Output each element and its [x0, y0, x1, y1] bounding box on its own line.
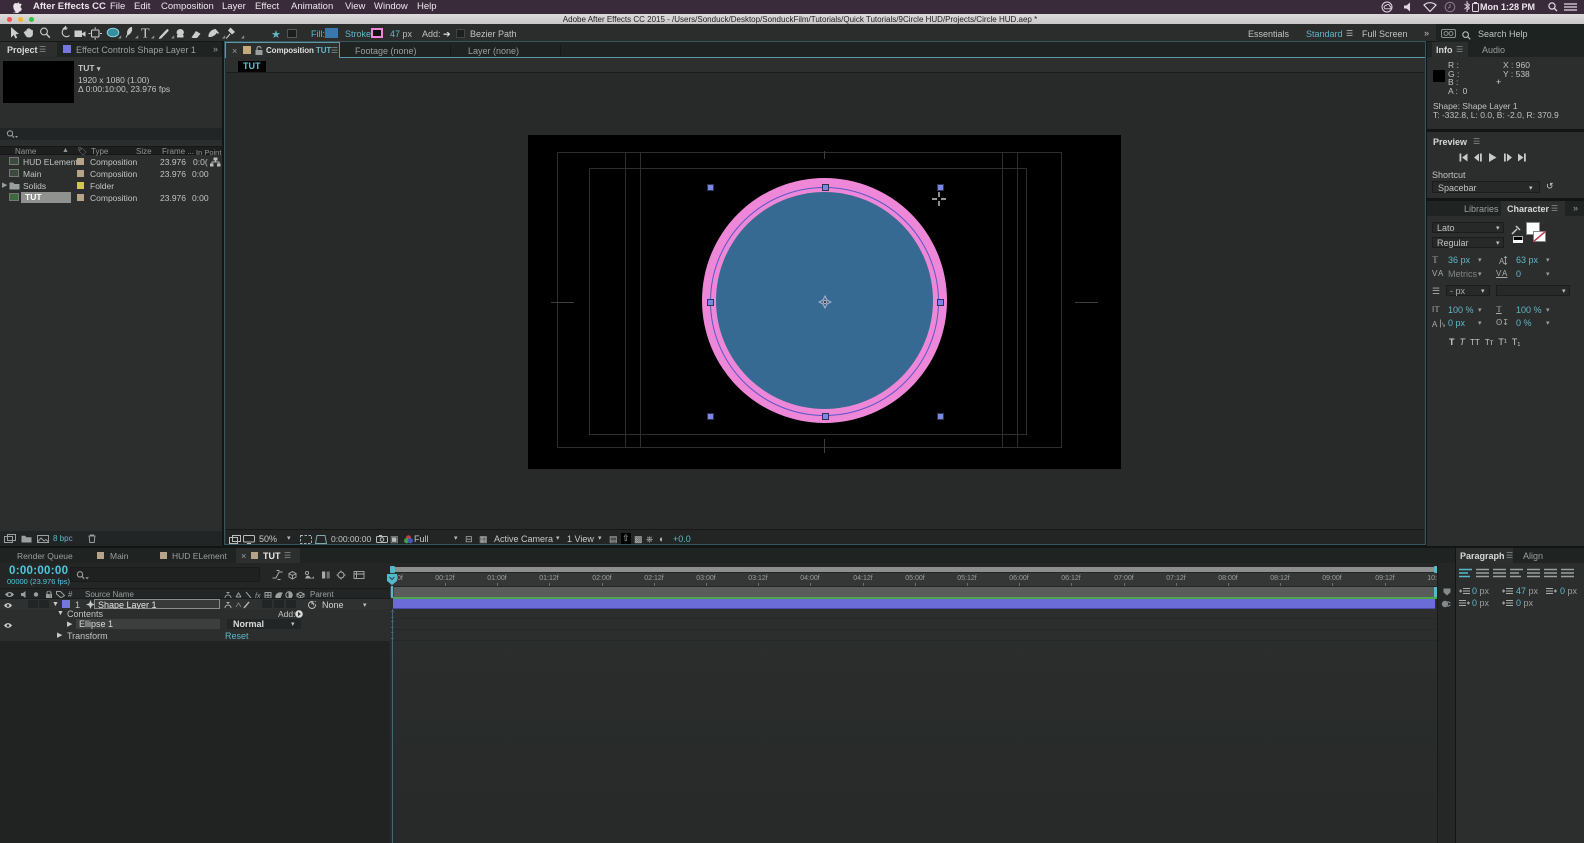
svg-text:T: T: [141, 27, 150, 42]
svg-text:V: V: [1442, 323, 1445, 328]
svg-text:A: A: [1499, 257, 1505, 265]
svg-text:A: A: [1432, 320, 1438, 328]
